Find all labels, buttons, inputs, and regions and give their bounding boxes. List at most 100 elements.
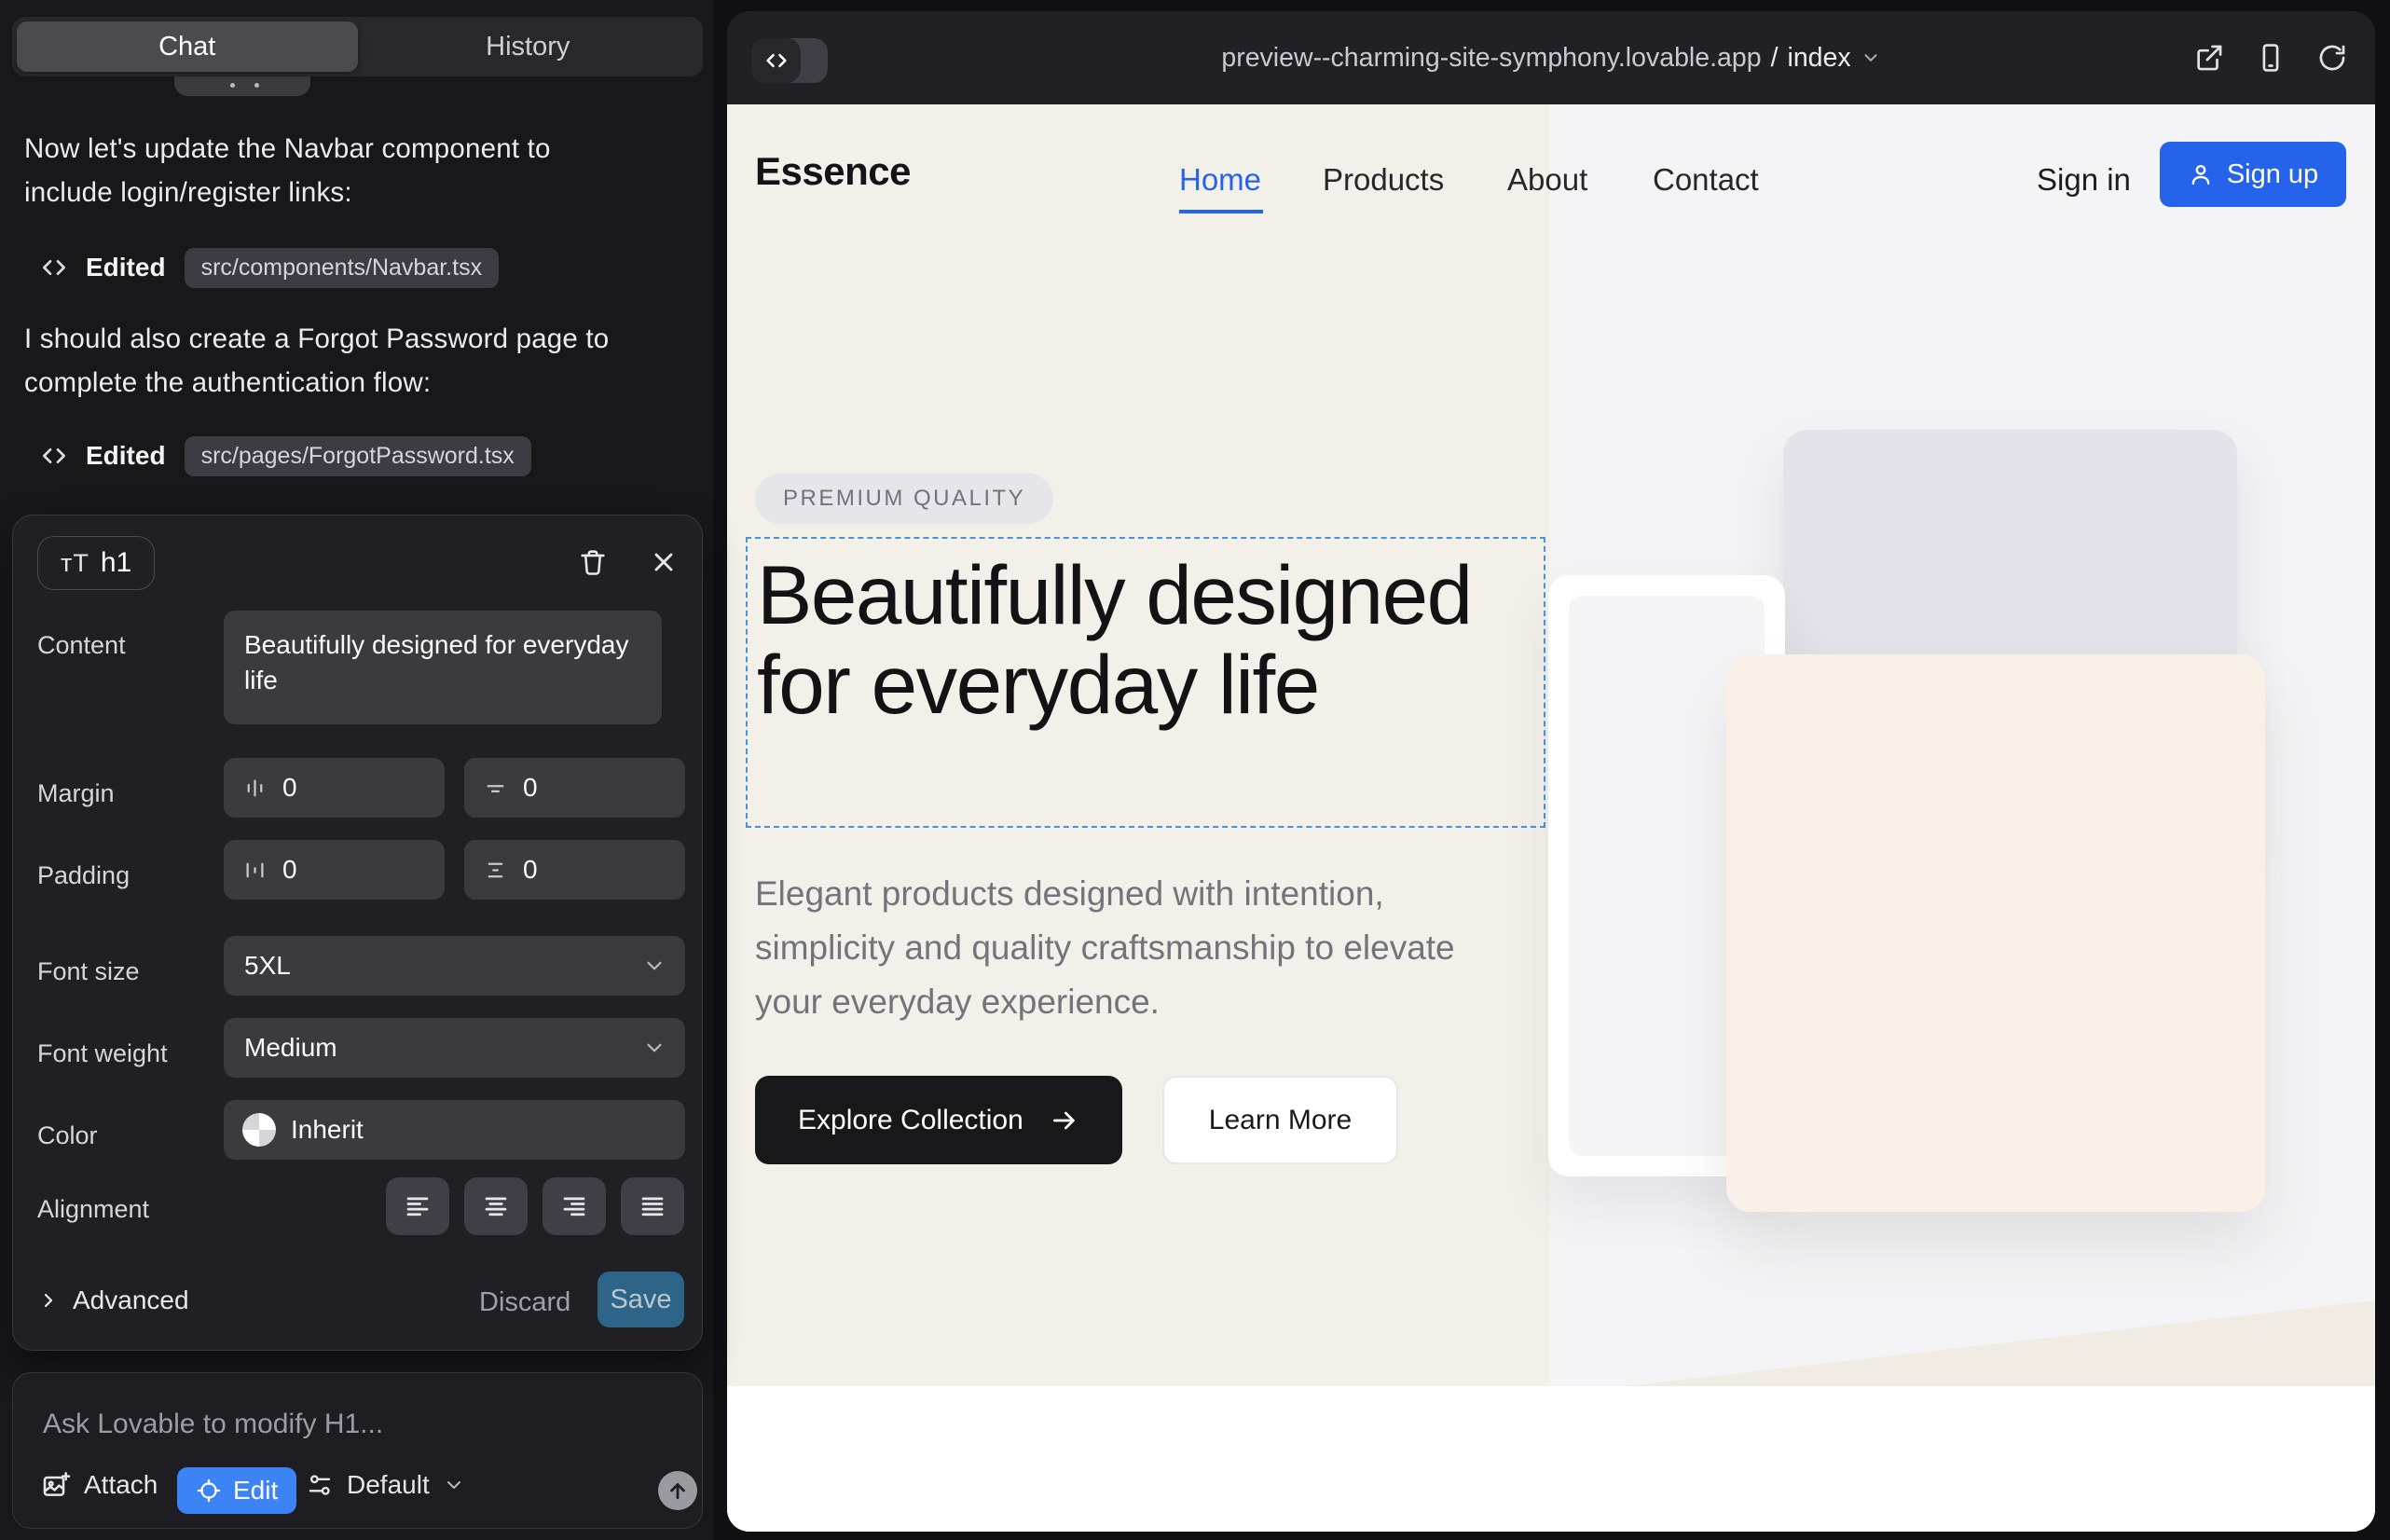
- chevron-down-icon: [642, 954, 666, 978]
- tab-history[interactable]: History: [358, 21, 699, 72]
- margin-y-input[interactable]: 0: [464, 758, 685, 818]
- chevron-down-icon: [443, 1474, 465, 1496]
- align-left-button[interactable]: [386, 1177, 449, 1235]
- content-label: Content: [37, 631, 126, 660]
- preview-browser: preview--charming-site-symphony.lovable.…: [727, 11, 2375, 1532]
- nav-link-about[interactable]: About: [1507, 162, 1587, 198]
- edit-mode-button[interactable]: Edit: [177, 1467, 296, 1514]
- refresh-icon: [2316, 42, 2348, 74]
- hero-description: Elegant products designed with intention…: [755, 867, 1512, 1029]
- attach-button[interactable]: Attach: [41, 1470, 158, 1500]
- nav-link-contact[interactable]: Contact: [1653, 162, 1759, 198]
- tab-history-label: History: [486, 32, 570, 62]
- tab-chat[interactable]: Chat: [17, 21, 358, 72]
- nav-link-home[interactable]: Home: [1179, 162, 1261, 198]
- margin-x-input[interactable]: 0: [224, 758, 445, 818]
- type-icon: тT: [61, 549, 89, 578]
- margin-x-value: 0: [282, 773, 297, 803]
- edited-label: Edited: [86, 441, 166, 471]
- active-nav-underline: [1179, 210, 1263, 213]
- sign-up-label: Sign up: [2227, 159, 2318, 190]
- arrow-up-icon: [666, 1478, 690, 1503]
- explore-collection-label: Explore Collection: [798, 1105, 1023, 1136]
- learn-more-label: Learn More: [1209, 1105, 1352, 1136]
- font-size-select[interactable]: 5XL: [224, 936, 685, 996]
- file-chip[interactable]: src/components/Navbar.tsx: [185, 248, 500, 288]
- font-weight-value: Medium: [244, 1033, 337, 1063]
- save-button[interactable]: Save: [598, 1272, 684, 1327]
- scrolled-chip: [174, 75, 310, 96]
- delete-element-button[interactable]: [574, 543, 611, 581]
- settings-sliders-icon: [306, 1471, 334, 1499]
- path-separator: /: [1771, 43, 1779, 74]
- open-external-button[interactable]: [2192, 41, 2226, 75]
- chat-history-tabbar: Chat History: [12, 17, 703, 76]
- tab-chat-label: Chat: [158, 32, 215, 62]
- align-right-button[interactable]: [543, 1177, 606, 1235]
- discard-button[interactable]: Discard: [479, 1287, 570, 1318]
- preview-page: Essence Home Products About Contact Sign…: [727, 104, 2375, 1532]
- padding-y-value: 0: [523, 855, 538, 885]
- send-button[interactable]: [658, 1471, 697, 1510]
- element-tag-label: h1: [101, 547, 131, 579]
- sign-in-link[interactable]: Sign in: [2037, 162, 2131, 198]
- color-select[interactable]: Inherit: [224, 1100, 685, 1160]
- browser-actions: [2192, 11, 2349, 104]
- margin-y-value: 0: [523, 773, 538, 803]
- color-value: Inherit: [291, 1115, 364, 1145]
- padding-label: Padding: [37, 861, 130, 890]
- sign-up-button[interactable]: Sign up: [2160, 142, 2346, 207]
- file-chip[interactable]: src/pages/ForgotPassword.tsx: [185, 436, 531, 476]
- chat-message: I should also create a Forgot Password p…: [24, 317, 639, 405]
- alignment-label: Alignment: [37, 1195, 149, 1224]
- element-editor-panel: тT h1 Content Beautifully designed for e…: [12, 515, 703, 1351]
- preview-domain: preview--charming-site-symphony.lovable.…: [1221, 43, 1761, 74]
- arrow-right-icon: [1050, 1106, 1079, 1135]
- prompt-input[interactable]: Ask Lovable to modify H1...: [43, 1409, 383, 1440]
- code-icon: [39, 441, 69, 471]
- color-swatch: [242, 1113, 276, 1147]
- explore-collection-button[interactable]: Explore Collection: [755, 1076, 1122, 1164]
- edited-file-row: Edited src/components/Navbar.tsx: [39, 246, 499, 289]
- padding-horizontal-icon: [242, 858, 268, 883]
- external-link-icon: [2193, 42, 2225, 74]
- mode-select[interactable]: Default: [306, 1470, 465, 1500]
- font-weight-label: Font weight: [37, 1039, 168, 1068]
- hero-badge: PREMIUM QUALITY: [755, 474, 1053, 524]
- selected-element-outline[interactable]: Beautifully designed for everyday life: [746, 537, 1545, 828]
- content-input[interactable]: Beautifully designed for everyday life: [224, 611, 662, 724]
- mode-label: Default: [347, 1470, 430, 1500]
- attach-label: Attach: [84, 1470, 158, 1500]
- padding-vertical-icon: [483, 858, 508, 883]
- chevron-down-icon: [642, 1036, 666, 1060]
- close-panel-button[interactable]: [645, 543, 682, 581]
- margin-vertical-icon: [483, 776, 508, 801]
- code-icon: [39, 253, 69, 282]
- chat-input-panel: Ask Lovable to modify H1... Attach Edit …: [12, 1372, 703, 1529]
- align-justify-icon: [639, 1192, 666, 1220]
- crosshair-icon: [196, 1478, 222, 1504]
- chat-message: Now let's update the Navbar component to…: [24, 127, 639, 214]
- learn-more-button[interactable]: Learn More: [1162, 1076, 1398, 1164]
- padding-x-input[interactable]: 0: [224, 840, 445, 900]
- font-weight-select[interactable]: Medium: [224, 1018, 685, 1078]
- advanced-toggle[interactable]: Advanced: [37, 1286, 189, 1315]
- refresh-button[interactable]: [2315, 41, 2349, 75]
- nav-link-products[interactable]: Products: [1323, 162, 1444, 198]
- edit-label: Edit: [233, 1476, 278, 1506]
- align-center-button[interactable]: [464, 1177, 528, 1235]
- mobile-view-button[interactable]: [2254, 41, 2287, 75]
- align-center-icon: [482, 1192, 510, 1220]
- site-logo[interactable]: Essence: [755, 149, 911, 194]
- align-justify-button[interactable]: [621, 1177, 684, 1235]
- url-bar[interactable]: preview--charming-site-symphony.lovable.…: [727, 11, 2375, 104]
- edited-file-row: Edited src/pages/ForgotPassword.tsx: [39, 434, 531, 477]
- align-left-icon: [404, 1192, 432, 1220]
- font-size-value: 5XL: [244, 951, 291, 981]
- user-icon: [2188, 161, 2214, 187]
- hero-heading[interactable]: Beautifully designed for everyday life: [757, 550, 1544, 729]
- margin-horizontal-icon: [242, 776, 268, 801]
- align-right-icon: [560, 1192, 588, 1220]
- padding-y-input[interactable]: 0: [464, 840, 685, 900]
- placeholder-card-cream: [1726, 654, 2265, 1212]
